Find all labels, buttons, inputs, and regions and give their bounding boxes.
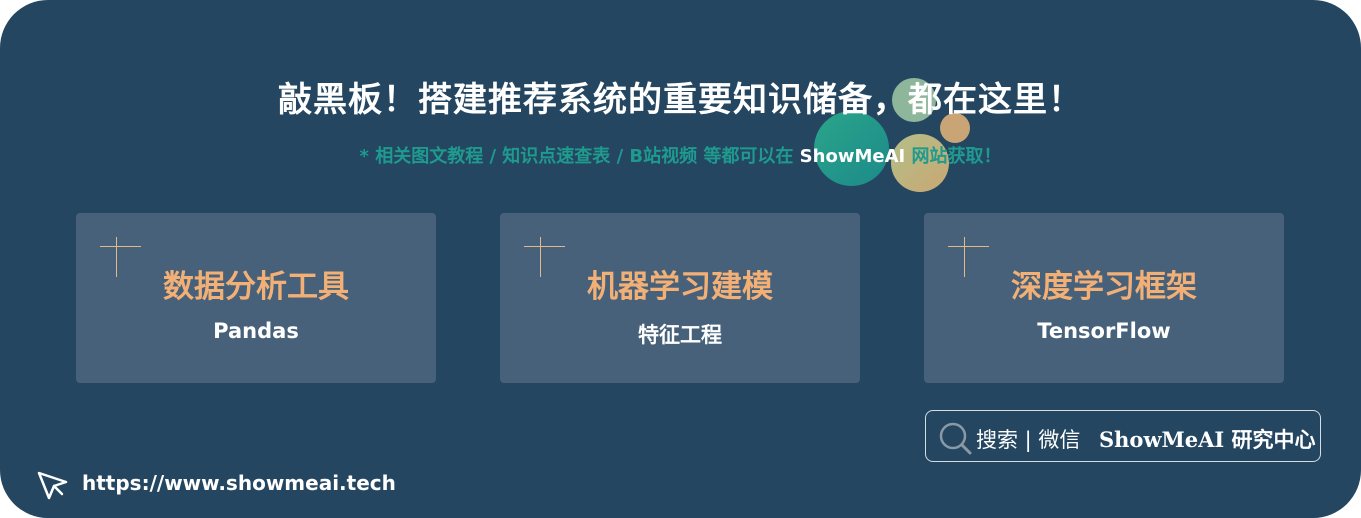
card-machine-learning: 机器学习建模 特征工程 [500,213,860,383]
card-title: 深度学习框架 [1011,269,1197,305]
page-subtitle: * 相关图文教程 / 知识点速查表 / B站视频 等都可以在 ShowMeAI … [0,142,1361,168]
website-link[interactable]: https://www.showmeai.tech [82,471,396,495]
page-title: 敲黑板！搭建推荐系统的重要知识储备，都在这里！ [278,80,1083,120]
card-cross-mark [948,246,989,247]
subtitle-brand: ShowMeAI [799,146,906,167]
search-label: 搜索 | 微信 [976,428,1081,452]
search-box[interactable]: 搜索 | 微信 ShowMeAI 研究中心 [925,410,1321,462]
subtitle-text-after: 网站获取！ [905,146,1002,167]
card-subtitle: TensorFlow [1037,319,1171,343]
search-icon [939,422,972,455]
card-title: 数据分析工具 [163,269,349,305]
card-cross-mark [100,246,141,247]
cursor-icon [37,471,68,500]
card-subtitle: Pandas [213,319,299,343]
banner: 敲黑板！搭建推荐系统的重要知识储备，都在这里！ * 相关图文教程 / 知识点速查… [0,0,1361,518]
card-cross-mark [524,246,565,247]
search-brand: ShowMeAI 研究中心 [1099,427,1316,452]
card-deep-learning: 深度学习框架 TensorFlow [924,213,1284,383]
card-data-analysis: 数据分析工具 Pandas [76,213,436,383]
subtitle-text-before: * 相关图文教程 / 知识点速查表 / B站视频 等都可以在 [359,146,800,167]
card-title: 机器学习建模 [587,269,773,305]
card-subtitle: 特征工程 [638,323,722,347]
